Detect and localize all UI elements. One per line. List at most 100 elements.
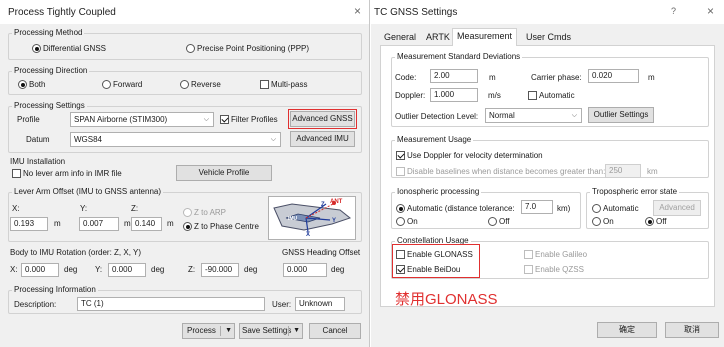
z-to-arp-label: Z to ARP bbox=[194, 208, 227, 217]
description-input[interactable]: TC (1) bbox=[77, 297, 265, 311]
outlier-level-select[interactable]: Normal ⌵ bbox=[485, 108, 582, 123]
highlight-box-constellation bbox=[392, 244, 480, 278]
distance-input[interactable]: 250 bbox=[605, 164, 641, 178]
radio-iono-off[interactable] bbox=[488, 217, 497, 226]
no-lever-arm-label: No lever arm info in IMR file bbox=[23, 169, 122, 178]
outlier-settings-button[interactable]: Outlier Settings bbox=[588, 107, 654, 123]
filter-profiles-checkbox[interactable] bbox=[220, 115, 229, 124]
radio-differential-gnss[interactable] bbox=[32, 44, 41, 53]
datum-select[interactable]: WGS84 ⌵ bbox=[70, 132, 281, 147]
tolerance-input[interactable]: 7.0 bbox=[521, 200, 553, 214]
processing-method-label: Processing Method bbox=[12, 28, 85, 37]
use-doppler-checkbox[interactable] bbox=[396, 151, 405, 160]
description-label: Description: bbox=[14, 300, 57, 309]
tab-user-cmds[interactable]: User Cmds bbox=[522, 30, 575, 45]
disable-baselines-checkbox[interactable] bbox=[396, 167, 405, 176]
processing-direction-label: Processing Direction bbox=[12, 66, 90, 75]
left-cancel-button[interactable]: Cancel bbox=[309, 323, 361, 339]
doppler-unit: m/s bbox=[488, 91, 501, 100]
radio-ppp[interactable] bbox=[186, 44, 195, 53]
tropo-off-label: Off bbox=[656, 217, 667, 226]
lever-y-input[interactable]: 0.007 bbox=[79, 217, 119, 231]
left-close-icon[interactable]: × bbox=[354, 4, 361, 18]
tropo-automatic-label: Automatic bbox=[603, 204, 639, 213]
enable-galileo-checkbox[interactable] bbox=[524, 250, 533, 259]
rot-y-unit: deg bbox=[151, 265, 165, 274]
body-to-imu-label: Body to IMU Rotation (order: Z, X, Y) bbox=[10, 248, 142, 257]
rot-z-input[interactable]: -90.000 bbox=[201, 263, 239, 277]
rot-y-input[interactable]: 0.000 bbox=[108, 263, 146, 277]
rot-z-unit: deg bbox=[244, 265, 258, 274]
radio-z-to-phase-centre[interactable] bbox=[183, 222, 192, 231]
chevron-down-icon: ⌵ bbox=[571, 112, 577, 119]
carrier-phase-unit: m bbox=[648, 73, 655, 82]
enable-qzss-checkbox[interactable] bbox=[524, 265, 533, 274]
radio-iono-on[interactable] bbox=[396, 217, 405, 226]
right-close-icon[interactable]: × bbox=[707, 4, 714, 18]
user-label: User: bbox=[272, 300, 292, 309]
right-title-bar: TC GNSS Settings ? × bbox=[371, 0, 724, 24]
tropo-advanced-button[interactable]: Advanced bbox=[653, 200, 701, 216]
enable-qzss-label: Enable QZSS bbox=[535, 265, 584, 274]
rot-x-input[interactable]: 0.000 bbox=[21, 263, 59, 277]
diagram-y-label: Y bbox=[332, 218, 337, 224]
vehicle-profile-button[interactable]: Vehicle Profile bbox=[176, 165, 272, 181]
tab-artk[interactable]: ARTK bbox=[422, 30, 454, 45]
processing-information-label: Processing Information bbox=[12, 285, 98, 294]
ok-button[interactable]: 确定 bbox=[597, 322, 657, 338]
code-input[interactable]: 2.00 bbox=[430, 69, 478, 83]
diagram-z-label: Z bbox=[321, 202, 325, 208]
doppler-input[interactable]: 1.000 bbox=[430, 88, 478, 102]
measurement-usage-label: Measurement Usage bbox=[395, 135, 474, 144]
radio-both[interactable] bbox=[18, 80, 27, 89]
rot-x-label: X: bbox=[10, 265, 18, 274]
profile-label: Profile bbox=[17, 115, 40, 124]
datum-label: Datum bbox=[26, 135, 50, 144]
lever-x-input[interactable]: 0.193 bbox=[10, 217, 48, 231]
radio-reverse[interactable] bbox=[180, 80, 189, 89]
processing-settings-label: Processing Settings bbox=[12, 101, 87, 110]
radio-z-to-arp[interactable] bbox=[183, 208, 192, 217]
user-input[interactable]: Unknown bbox=[295, 297, 345, 311]
save-settings-label: Save Settings bbox=[242, 326, 292, 335]
right-footer: 确定 取消 bbox=[371, 312, 724, 347]
both-label: Both bbox=[29, 80, 46, 89]
advanced-imu-button[interactable]: Advanced IMU bbox=[290, 131, 355, 147]
radio-forward[interactable] bbox=[102, 80, 111, 89]
datum-value: WGS84 bbox=[74, 135, 103, 144]
reverse-label: Reverse bbox=[191, 80, 221, 89]
dropdown-arrow-icon: ▼ bbox=[293, 327, 300, 334]
multipass-checkbox[interactable] bbox=[260, 80, 269, 89]
settings-tabs: General ARTK Measurement User Cmds bbox=[371, 28, 724, 46]
help-icon[interactable]: ? bbox=[671, 4, 676, 18]
code-label: Code: bbox=[395, 73, 417, 82]
carrier-phase-input[interactable]: 0.020 bbox=[588, 69, 639, 83]
lever-arm-diagram bbox=[268, 196, 356, 240]
forward-label: Forward bbox=[113, 80, 143, 89]
tab-measurement[interactable]: Measurement bbox=[452, 28, 518, 46]
outlier-level-value: Normal bbox=[489, 111, 515, 120]
radio-tropo-automatic[interactable] bbox=[592, 204, 601, 213]
tropospheric-label: Tropospheric error state bbox=[590, 187, 680, 196]
no-lever-arm-checkbox[interactable] bbox=[12, 169, 21, 178]
heading-offset-input[interactable]: 0.000 bbox=[283, 263, 327, 277]
distance-unit: km bbox=[647, 167, 658, 176]
profile-select[interactable]: SPAN Airborne (STIM300) ⌵ bbox=[70, 112, 214, 127]
tab-general[interactable]: General bbox=[380, 30, 420, 45]
lever-z-unit: m bbox=[167, 219, 174, 228]
process-button[interactable]: Process ▼ bbox=[182, 323, 235, 339]
lever-z-input[interactable]: 0.140 bbox=[131, 217, 162, 231]
lever-y-unit: m bbox=[124, 219, 131, 228]
ppp-label: Precise Point Positioning (PPP) bbox=[197, 44, 310, 53]
right-cancel-button[interactable]: 取消 bbox=[665, 322, 719, 338]
rot-y-label: Y: bbox=[95, 265, 103, 274]
diagram-x-label: X bbox=[306, 232, 311, 238]
use-doppler-label: Use Doppler for velocity determination bbox=[407, 151, 543, 160]
lever-z-label: Z: bbox=[131, 204, 139, 213]
radio-iono-automatic[interactable] bbox=[396, 204, 405, 213]
save-settings-button[interactable]: Save Settings ▼ bbox=[239, 323, 303, 339]
doppler-automatic-checkbox[interactable] bbox=[528, 91, 537, 100]
z-to-phase-centre-label: Z to Phase Centre bbox=[194, 222, 259, 231]
radio-tropo-off[interactable] bbox=[645, 217, 654, 226]
radio-tropo-on[interactable] bbox=[592, 217, 601, 226]
